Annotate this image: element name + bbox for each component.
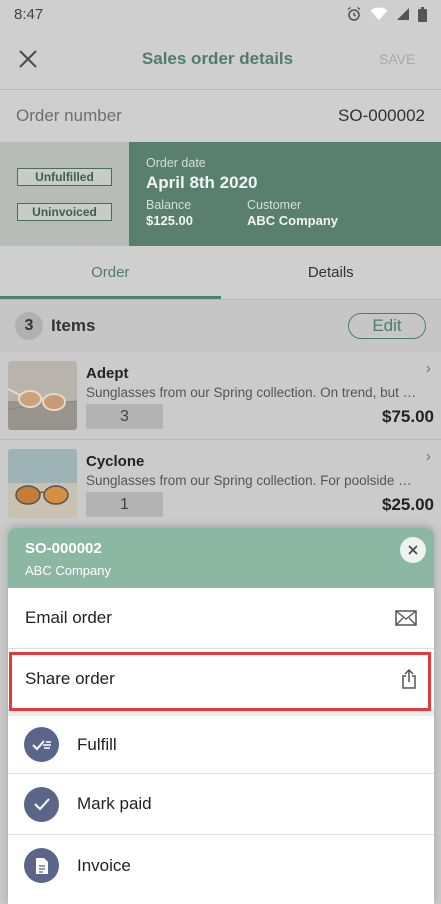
document-icon xyxy=(24,848,59,883)
chevron-right-icon: › xyxy=(425,360,431,377)
sheet-close-button[interactable] xyxy=(400,537,426,563)
save-button[interactable]: SAVE xyxy=(379,51,441,67)
item-name: Cyclone xyxy=(86,453,145,470)
status-icons xyxy=(346,6,427,22)
order-summary: Unfulfilled Uninvoiced Order date April … xyxy=(0,142,441,246)
item-price: $75.00 xyxy=(382,407,434,426)
invoice-action[interactable]: Invoice xyxy=(8,835,434,896)
product-image xyxy=(8,449,77,518)
order-number-row: Order number SO-000002 xyxy=(0,90,441,142)
fulfill-icon xyxy=(24,727,59,762)
customer-label: Customer xyxy=(247,198,302,212)
edit-button[interactable]: Edit xyxy=(348,313,426,339)
summary-meta: Balance $125.00 Customer ABC Company xyxy=(146,198,424,228)
close-icon xyxy=(408,545,418,555)
items-count: 3 xyxy=(15,312,43,340)
email-order-action[interactable]: Email order xyxy=(8,588,434,649)
list-item[interactable]: Adept Sunglasses from our Spring collect… xyxy=(0,352,441,439)
balance-block: Balance $125.00 xyxy=(146,198,193,228)
sheet-subtitle: ABC Company xyxy=(25,563,111,578)
product-image xyxy=(8,361,77,430)
battery-icon xyxy=(418,6,427,22)
alarm-icon xyxy=(347,6,361,21)
invoice-label: Invoice xyxy=(77,855,131,875)
item-description: Sunglasses from our Spring collection. O… xyxy=(86,385,418,400)
item-price: $25.00 xyxy=(382,495,434,514)
items-header: 3 Items Edit xyxy=(0,300,441,352)
item-quantity[interactable]: 3 xyxy=(86,404,163,429)
mark-paid-action[interactable]: Mark paid xyxy=(8,774,434,835)
page-title: Sales order details xyxy=(141,49,294,68)
status-bar: 8:47 xyxy=(0,0,441,28)
uninvoiced-badge: Uninvoiced xyxy=(17,202,112,221)
order-date: April 8th 2020 xyxy=(146,173,258,192)
sheet-title: SO-000002 xyxy=(25,540,102,557)
wifi-icon xyxy=(370,7,388,20)
email-order-label: Email order xyxy=(25,608,112,627)
check-icon xyxy=(24,786,59,822)
item-name: Adept xyxy=(86,365,129,382)
close-icon xyxy=(19,50,37,68)
order-number-value: SO-000002 xyxy=(338,106,425,125)
tab-order[interactable]: Order xyxy=(0,246,221,299)
status-time: 8:47 xyxy=(14,5,44,23)
customer-block: Customer ABC Company xyxy=(247,198,338,228)
balance-label: Balance xyxy=(146,198,192,212)
fulfill-label: Fulfill xyxy=(77,734,117,754)
close-button[interactable] xyxy=(0,28,56,90)
chevron-right-icon: › xyxy=(425,448,431,465)
tab-bar: Order Details xyxy=(0,246,441,299)
balance-value: $125.00 xyxy=(146,213,193,228)
order-actions-sheet: SO-000002 ABC Company Email order Share … xyxy=(8,528,434,904)
order-date-label: Order date xyxy=(146,156,206,170)
item-description: Sunglasses from our Spring collection. F… xyxy=(86,473,418,488)
order-number-label: Order number xyxy=(16,106,122,125)
mail-icon xyxy=(395,610,417,626)
share-order-highlight xyxy=(9,652,431,711)
app-bar: Sales order details SAVE xyxy=(0,28,441,90)
fulfill-action[interactable]: Fulfill xyxy=(8,716,434,774)
status-badges: Unfulfilled Uninvoiced xyxy=(0,142,129,246)
unfulfilled-badge: Unfulfilled xyxy=(17,167,112,186)
customer-value: ABC Company xyxy=(247,213,339,228)
mark-paid-label: Mark paid xyxy=(77,794,152,813)
item-quantity[interactable]: 1 xyxy=(86,492,163,517)
tab-details[interactable]: Details xyxy=(221,246,441,299)
list-item[interactable]: Cyclone Sunglasses from our Spring colle… xyxy=(0,440,441,527)
items-label: Items xyxy=(51,316,96,335)
sheet-header: SO-000002 ABC Company xyxy=(8,528,434,588)
signal-icon xyxy=(397,8,409,20)
summary-details: Order date April 8th 2020 Balance $125.0… xyxy=(129,142,441,246)
